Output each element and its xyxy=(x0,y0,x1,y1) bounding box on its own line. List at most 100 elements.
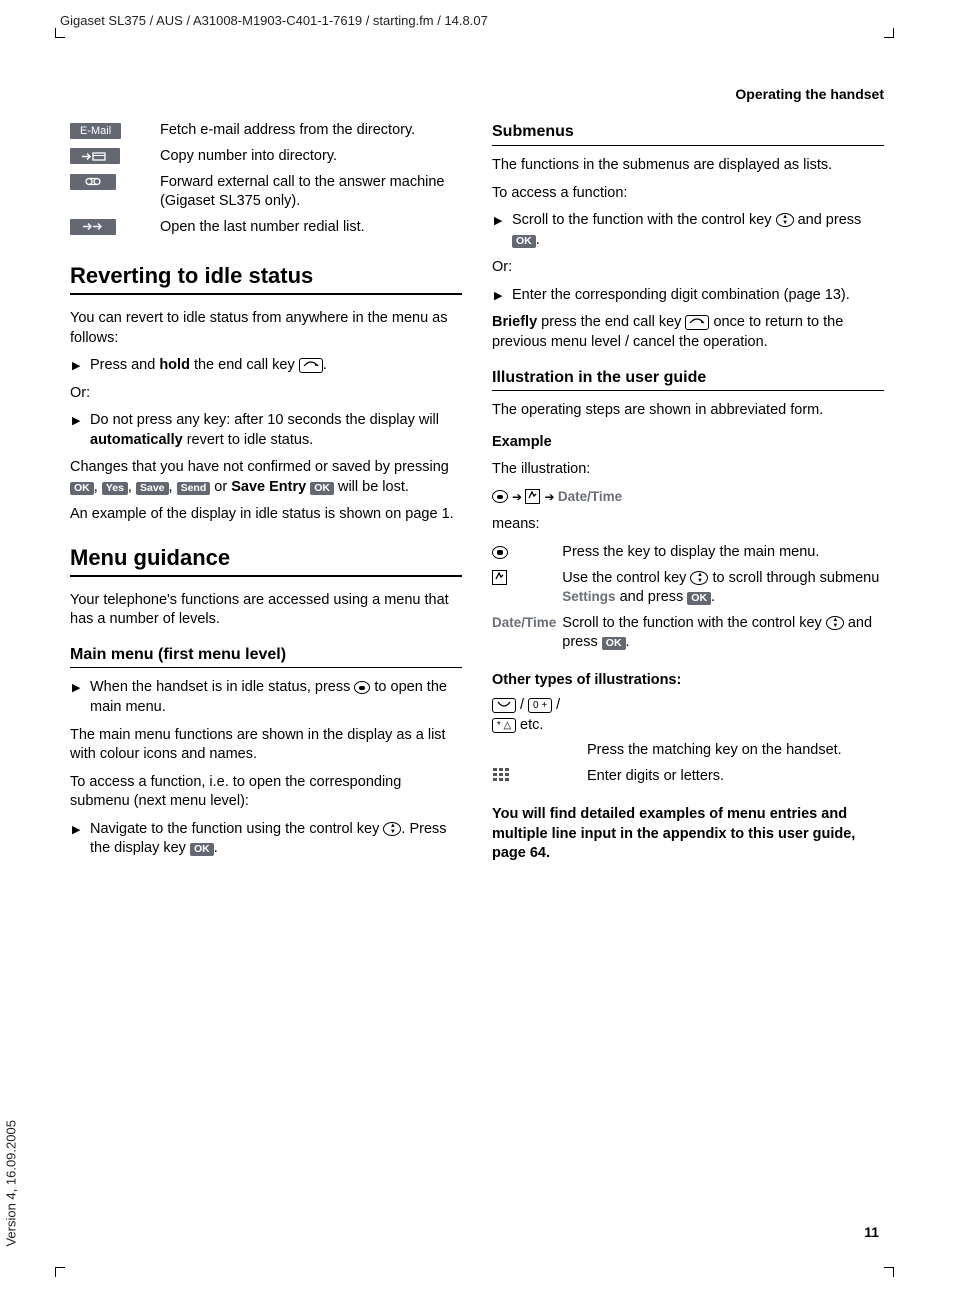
paragraph: An example of the display in idle status… xyxy=(70,505,462,525)
paragraph: You can revert to idle status from anywh… xyxy=(70,309,462,348)
bullet-icon: ▶ xyxy=(494,211,512,250)
bullet-icon: ▶ xyxy=(72,411,90,450)
text: revert to idle status. xyxy=(183,432,314,448)
ok-button-label: OK xyxy=(70,482,94,495)
center-key-icon xyxy=(492,546,508,559)
bullet-icon: ▶ xyxy=(72,356,90,376)
control-key-icon xyxy=(826,616,844,630)
def-text: Forward external call to the answer mach… xyxy=(160,173,462,218)
talk-key-icon xyxy=(492,698,516,713)
date-time-label: Date/Time xyxy=(558,489,622,504)
redial-icon xyxy=(70,219,116,235)
zero-key-icon: 0 + xyxy=(528,698,552,713)
text: will be lost. xyxy=(334,479,409,495)
control-key-icon xyxy=(776,213,794,227)
date-time-label: Date/Time xyxy=(492,615,556,630)
text: When the handset is in idle status, pres… xyxy=(90,679,354,695)
keypad-icon xyxy=(492,770,510,787)
control-key-icon xyxy=(383,822,401,836)
text: press the end call key xyxy=(537,314,685,330)
paragraph: Your telephone's functions are accessed … xyxy=(70,591,462,630)
center-key-icon xyxy=(354,681,370,694)
def-text: Enter digits or letters. xyxy=(587,767,884,795)
page-number: 11 xyxy=(864,1223,879,1242)
bullet-item: ▶ Press and hold the end call key . xyxy=(72,356,462,376)
paragraph: To access a function: xyxy=(492,184,884,204)
or-label: Or: xyxy=(70,384,462,404)
copy-to-directory-icon xyxy=(70,148,120,164)
paragraph: The main menu functions are shown in the… xyxy=(70,726,462,765)
ok-button-label: OK xyxy=(190,843,214,856)
text-bold: automatically xyxy=(90,432,183,448)
control-key-icon xyxy=(690,571,708,585)
subheading-submenus: Submenus xyxy=(492,121,884,146)
crop-mark xyxy=(884,28,894,38)
paragraph: Briefly press the end call key once to r… xyxy=(492,313,884,352)
ok-button-label: OK xyxy=(310,482,334,495)
save-button-label: Save xyxy=(136,482,169,495)
illustration-line: ➔ ➔ Date/Time xyxy=(492,488,884,508)
def-text: Copy number into directory. xyxy=(160,147,462,173)
send-button-label: Send xyxy=(177,482,211,495)
crop-mark xyxy=(884,1267,894,1277)
text: Press and xyxy=(90,357,159,373)
text: or xyxy=(210,479,231,495)
yes-button-label: Yes xyxy=(102,482,128,495)
text: Scroll to the function with the control … xyxy=(512,212,776,228)
def-text: Open the last number redial list. xyxy=(160,218,462,244)
subheading-main-menu: Main menu (first menu level) xyxy=(70,644,462,669)
text: Navigate to the function using the contr… xyxy=(90,821,383,837)
subheading-other-illustrations: Other types of illustrations: xyxy=(492,671,884,691)
ok-button-label: OK xyxy=(687,592,711,605)
bullet-item: ▶ Navigate to the function using the con… xyxy=(72,820,462,859)
bullet-icon: ▶ xyxy=(72,820,90,859)
paragraph: The operating steps are shown in abbrevi… xyxy=(492,401,884,421)
bullet-item: ▶ When the handset is in idle status, pr… xyxy=(72,678,462,717)
text-bold: Save Entry xyxy=(231,479,306,495)
end-call-key-icon xyxy=(299,358,323,373)
settings-icon xyxy=(492,570,507,585)
means-label: means: xyxy=(492,515,884,535)
illustration-table: Press the key to display the main menu. … xyxy=(492,543,884,659)
paragraph: The functions in the submenus are displa… xyxy=(492,156,884,176)
heading-menu-guidance: Menu guidance xyxy=(70,543,462,577)
right-column: Submenus The functions in the submenus a… xyxy=(492,121,884,872)
footer-note: You will find detailed examples of menu … xyxy=(492,805,884,864)
text: the end call key xyxy=(190,357,299,373)
email-icon: E-Mail xyxy=(70,123,121,139)
settings-label: Settings xyxy=(562,589,615,604)
icon-definitions: E-Mail Fetch e-mail address from the dir… xyxy=(70,121,462,243)
subheading-illustration: Illustration in the user guide xyxy=(492,367,884,392)
bullet-icon: ▶ xyxy=(494,286,512,306)
paragraph: The illustration: xyxy=(492,460,884,480)
def-text: Scroll to the function with the control … xyxy=(562,614,884,659)
version-stamp: Version 4, 16.09.2005 xyxy=(2,1121,20,1248)
text: Do not press any key: after 10 seconds t… xyxy=(90,412,439,428)
text-bold: Briefly xyxy=(492,314,537,330)
star-key-icon: * △ xyxy=(492,718,516,733)
other-illustrations-table: / 0 + / * △ etc. Press the matching key … xyxy=(492,696,884,795)
center-key-icon xyxy=(492,490,508,503)
arrow-icon: ➔ xyxy=(512,490,525,504)
paragraph: To access a function, i.e. to open the c… xyxy=(70,773,462,812)
left-column: E-Mail Fetch e-mail address from the dir… xyxy=(70,121,462,872)
heading-reverting: Reverting to idle status xyxy=(70,261,462,295)
crop-mark xyxy=(55,28,65,38)
answer-machine-icon xyxy=(70,174,116,190)
doc-header: Gigaset SL375 / AUS / A31008-M1903-C401-… xyxy=(60,12,894,30)
text: etc. xyxy=(516,717,543,733)
def-text: Fetch e-mail address from the directory. xyxy=(160,121,462,147)
end-call-key-icon xyxy=(685,315,709,330)
def-text: Press the matching key on the handset. xyxy=(587,741,884,767)
or-label: Or: xyxy=(492,258,884,278)
subheading-example: Example xyxy=(492,433,884,453)
bullet-icon: ▶ xyxy=(72,678,90,717)
running-head: Operating the handset xyxy=(60,85,884,104)
text-bold: hold xyxy=(159,357,190,373)
text: and press xyxy=(794,212,862,228)
bullet-item: ▶ Scroll to the function with the contro… xyxy=(494,211,884,250)
paragraph: Changes that you have not confirmed or s… xyxy=(70,458,462,497)
ok-button-label: OK xyxy=(602,637,626,650)
settings-icon xyxy=(525,489,540,504)
bullet-item: ▶ Do not press any key: after 10 seconds… xyxy=(72,411,462,450)
